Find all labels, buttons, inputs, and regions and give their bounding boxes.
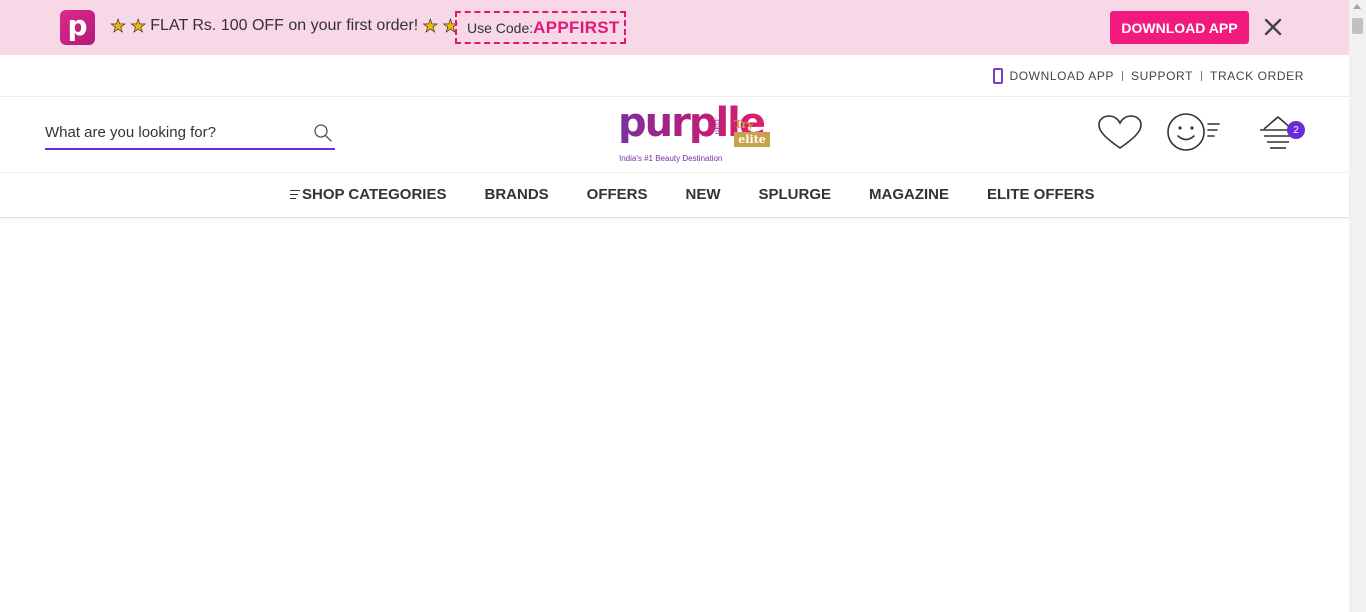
heart-icon[interactable] xyxy=(1097,115,1143,151)
cart-count-badge: 2 xyxy=(1287,121,1305,139)
logo-com: .com xyxy=(713,117,722,135)
nav-item-offers[interactable]: OFFERS xyxy=(587,186,648,203)
search-icon[interactable] xyxy=(313,123,333,143)
promo-banner: p ★ ★ FLAT Rs. 100 OFF on your first ord… xyxy=(0,0,1349,55)
download-app-button[interactable]: DOWNLOAD APP xyxy=(1110,11,1249,44)
nav-item-magazine[interactable]: MAGAZINE xyxy=(869,186,949,203)
nav-item-shop-categories[interactable]: SHOP CATEGORIES xyxy=(290,186,446,203)
nav-item-elite-offers[interactable]: ELITE OFFERS xyxy=(987,186,1095,203)
logo-try: Try xyxy=(734,118,754,131)
support-link[interactable]: SUPPORT xyxy=(1131,69,1193,83)
star-icon: ★ xyxy=(422,16,439,36)
utility-bar: DOWNLOAD APP SUPPORT TRACK ORDER xyxy=(0,55,1349,97)
coupon-code-value: APPFIRST xyxy=(533,17,620,37)
nav-items: SHOP CATEGORIES BRANDS OFFERS NEW SPLURG… xyxy=(290,186,1095,203)
nav-item-new[interactable]: NEW xyxy=(686,186,721,203)
track-order-link[interactable]: TRACK ORDER xyxy=(1210,69,1304,83)
account-icon[interactable] xyxy=(1166,111,1222,153)
utility-download-app-link[interactable]: DOWNLOAD APP xyxy=(1009,69,1114,83)
offer-text-row: ★ ★ FLAT Rs. 100 OFF on your first order… xyxy=(110,16,459,36)
search-bar xyxy=(45,117,335,150)
scrollbar[interactable] xyxy=(1349,0,1366,612)
app-logo: p xyxy=(60,10,95,45)
site-logo[interactable]: purplle .com Try elite India's #1 Beauty… xyxy=(618,101,778,165)
scrollbar-thumb[interactable] xyxy=(1352,18,1363,34)
menu-icon xyxy=(290,189,300,200)
utility-links: DOWNLOAD APP SUPPORT TRACK ORDER xyxy=(993,68,1304,84)
main-nav: SHOP CATEGORIES BRANDS OFFERS NEW SPLURG… xyxy=(0,173,1349,218)
divider xyxy=(1201,71,1203,81)
nav-item-label: SHOP CATEGORIES xyxy=(302,186,447,203)
site-header: purplle .com Try elite India's #1 Beauty… xyxy=(0,97,1349,173)
offer-text: FLAT Rs. 100 OFF on your first order! xyxy=(150,17,419,34)
scroll-up-arrow-icon[interactable] xyxy=(1353,4,1361,9)
divider xyxy=(1122,71,1124,81)
app-logo-letter: p xyxy=(67,8,88,42)
search-input[interactable] xyxy=(45,117,305,147)
nav-item-splurge[interactable]: SPLURGE xyxy=(759,186,832,203)
phone-icon xyxy=(993,68,1004,84)
coupon-code-label: Use Code: xyxy=(467,19,534,36)
logo-tagline: India's #1 Beauty Destination xyxy=(619,154,723,163)
logo-elite-badge: elite xyxy=(734,132,770,147)
nav-item-brands[interactable]: BRANDS xyxy=(484,186,548,203)
star-icon: ★ xyxy=(110,16,127,36)
coupon-code-box: Use Code: APPFIRST xyxy=(455,11,626,44)
close-icon[interactable] xyxy=(1262,14,1284,40)
star-icon: ★ xyxy=(130,16,147,36)
